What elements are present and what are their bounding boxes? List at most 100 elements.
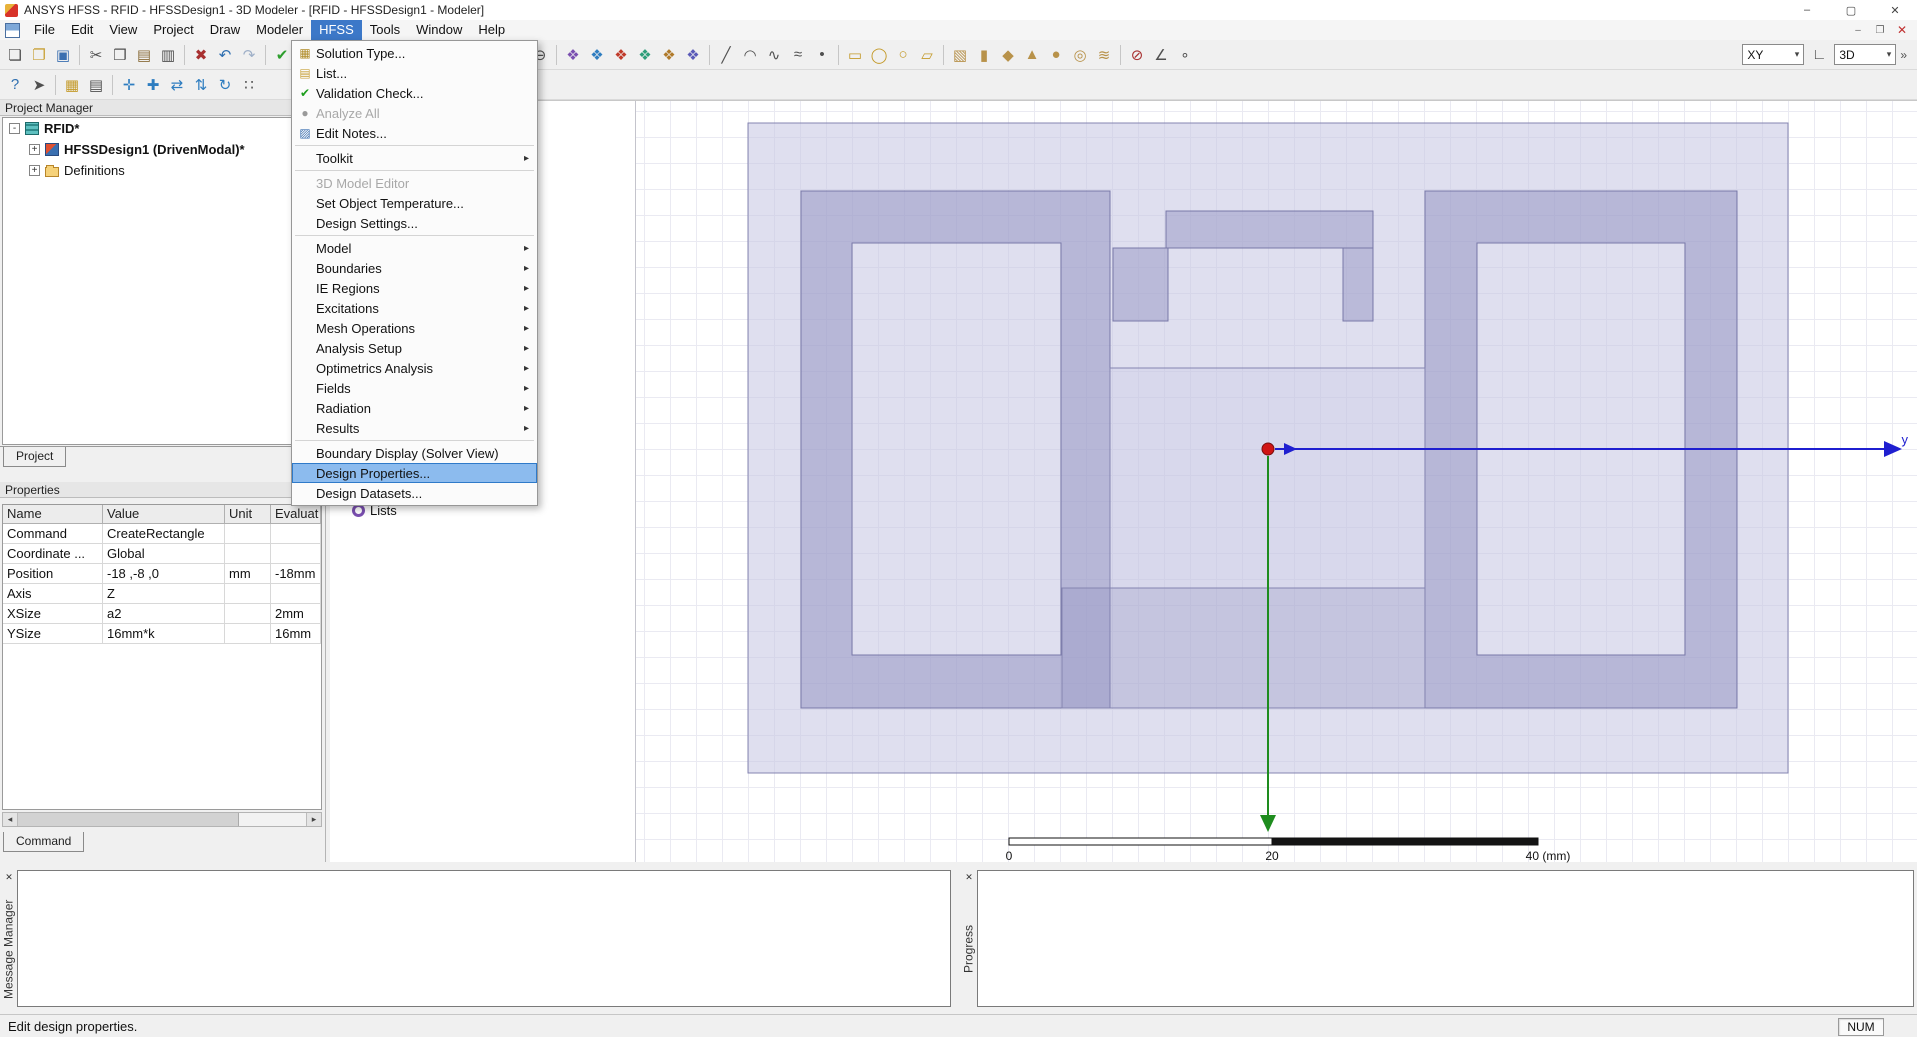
- measure-icon[interactable]: ∠: [1150, 44, 1172, 66]
- align-horizontal-icon[interactable]: ⇄: [166, 74, 188, 96]
- menu-item-solution-type[interactable]: ▦ Solution Type...: [292, 43, 537, 63]
- feed-left-stub[interactable]: [1112, 247, 1169, 322]
- menubar-item-hfss[interactable]: HFSS: [311, 20, 362, 40]
- tab-command[interactable]: Command: [3, 832, 85, 852]
- property-value[interactable]: [225, 624, 271, 644]
- message-manager-content[interactable]: [17, 870, 951, 1007]
- menubar-item-view[interactable]: View: [101, 20, 145, 40]
- property-value[interactable]: [225, 544, 271, 564]
- menu-item-design-properties[interactable]: Design Properties...: [292, 463, 537, 483]
- menu-item-boundaries[interactable]: Boundaries ▸: [292, 258, 537, 278]
- property-value[interactable]: [271, 584, 321, 604]
- drawing-plane-combo[interactable]: XY ▾: [1742, 44, 1805, 65]
- collapse-icon[interactable]: -: [9, 123, 20, 134]
- scrollbar-thumb[interactable]: [18, 813, 239, 826]
- menu-item-list[interactable]: ▤ List...: [292, 63, 537, 83]
- draw-spline-icon[interactable]: ∿: [763, 44, 785, 66]
- property-value[interactable]: -18 ,-8 ,0: [103, 564, 225, 584]
- close-icon[interactable]: ✕: [962, 870, 976, 884]
- menu-item-model[interactable]: Model ▸: [292, 238, 537, 258]
- print-icon[interactable]: ▥: [157, 44, 179, 66]
- save-file-icon[interactable]: ▣: [52, 44, 74, 66]
- properties-hscrollbar[interactable]: ◂ ▸: [2, 812, 322, 827]
- property-value[interactable]: -18mm: [271, 564, 321, 584]
- scroll-right-icon[interactable]: ▸: [306, 813, 321, 826]
- draw-helix-icon[interactable]: ≋: [1093, 44, 1115, 66]
- property-value[interactable]: [271, 524, 321, 544]
- menu-item-boundary-display-solver-view[interactable]: Boundary Display (Solver View): [292, 443, 537, 463]
- menu-item-optimetrics-analysis[interactable]: Optimetrics Analysis ▸: [292, 358, 537, 378]
- property-value[interactable]: [225, 524, 271, 544]
- draw-equation-curve-icon[interactable]: ≈: [787, 44, 809, 66]
- draw-circle-icon[interactable]: ○: [892, 44, 914, 66]
- menu-item-set-object-temperature[interactable]: Set Object Temperature...: [292, 193, 537, 213]
- toolbar-overflow-icon[interactable]: »: [1900, 48, 1907, 62]
- menu-item-toolkit[interactable]: Toolkit ▸: [292, 148, 537, 168]
- analysis-setup-icon[interactable]: ❖: [658, 44, 680, 66]
- tree-item-rfid[interactable]: - RFID*: [3, 118, 321, 139]
- menu-item-design-settings[interactable]: Design Settings...: [292, 213, 537, 233]
- feed-top-bar[interactable]: [1165, 210, 1374, 249]
- menubar-item-help[interactable]: Help: [470, 20, 513, 40]
- property-value[interactable]: [225, 584, 271, 604]
- property-value[interactable]: [271, 544, 321, 564]
- close-icon[interactable]: ✕: [2, 870, 16, 884]
- property-value[interactable]: Z: [103, 584, 225, 604]
- menu-item-results[interactable]: Results ▸: [292, 418, 537, 438]
- minimize-button[interactable]: –: [1785, 0, 1829, 20]
- draw-point-icon[interactable]: •: [811, 44, 833, 66]
- draw-rectangle-icon[interactable]: ▭: [844, 44, 866, 66]
- column-header-name[interactable]: Name: [3, 505, 103, 524]
- new-file-icon[interactable]: ❏: [4, 44, 26, 66]
- menubar-item-edit[interactable]: Edit: [63, 20, 101, 40]
- feed-right-stub[interactable]: [1342, 247, 1374, 322]
- bottom-strip[interactable]: [1061, 587, 1426, 709]
- menu-item-mesh-operations[interactable]: Mesh Operations ▸: [292, 318, 537, 338]
- copy-icon[interactable]: ❒: [109, 44, 131, 66]
- menu-item-excitations[interactable]: Excitations ▸: [292, 298, 537, 318]
- expand-icon[interactable]: +: [29, 144, 40, 155]
- tab-project[interactable]: Project: [3, 447, 67, 467]
- mdi-minimize-button[interactable]: –: [1847, 21, 1869, 39]
- draw-cone-icon[interactable]: ▲: [1021, 44, 1043, 66]
- menu-item-edit-notes[interactable]: ▨ Edit Notes...: [292, 123, 537, 143]
- assign-boundary-icon[interactable]: ❖: [586, 44, 608, 66]
- validation-check-icon[interactable]: ✔: [271, 44, 293, 66]
- optimetrics-setup-icon[interactable]: ❖: [682, 44, 704, 66]
- menubar-item-modeler[interactable]: Modeler: [248, 20, 311, 40]
- paste-icon[interactable]: ▤: [133, 44, 155, 66]
- property-value[interactable]: Global: [103, 544, 225, 564]
- column-header-unit[interactable]: Unit: [225, 505, 271, 524]
- undo-icon[interactable]: ↶: [214, 44, 236, 66]
- rotate-cs-icon[interactable]: ↻: [214, 74, 236, 96]
- open-file-icon[interactable]: ❐: [28, 44, 50, 66]
- menubar-item-file[interactable]: File: [26, 20, 63, 40]
- expand-icon[interactable]: +: [29, 165, 40, 176]
- mesh-operations-icon[interactable]: ❖: [634, 44, 656, 66]
- modeler-canvas[interactable]: y 0 20 40 (mm): [636, 101, 1917, 863]
- assign-material-icon[interactable]: ❖: [562, 44, 584, 66]
- draw-cylinder-icon[interactable]: ▮: [973, 44, 995, 66]
- column-header-evaluat[interactable]: Evaluat: [271, 505, 321, 524]
- snap-mode-icon[interactable]: ∘: [1174, 44, 1196, 66]
- boolean-subtract-icon[interactable]: ⊘: [1126, 44, 1148, 66]
- menu-item-radiation[interactable]: Radiation ▸: [292, 398, 537, 418]
- align-vertical-icon[interactable]: ⇅: [190, 74, 212, 96]
- maximize-button[interactable]: ▢: [1829, 0, 1873, 20]
- menubar-item-draw[interactable]: Draw: [202, 20, 248, 40]
- menu-item-ie-regions[interactable]: IE Regions ▸: [292, 278, 537, 298]
- draw-torus-icon[interactable]: ◎: [1069, 44, 1091, 66]
- draw-ellipse-icon[interactable]: ◯: [868, 44, 890, 66]
- cut-icon[interactable]: ✂: [85, 44, 107, 66]
- draw-line-icon[interactable]: ╱: [715, 44, 737, 66]
- relative-cs-icon[interactable]: ∟: [1808, 44, 1830, 66]
- select-help-icon[interactable]: ?: [4, 74, 26, 96]
- menubar-item-project[interactable]: Project: [145, 20, 201, 40]
- draw-regular-polygon-icon[interactable]: ▱: [916, 44, 938, 66]
- property-value[interactable]: mm: [225, 564, 271, 584]
- move-cs-icon[interactable]: ✛: [118, 74, 140, 96]
- assign-excitation-icon[interactable]: ❖: [610, 44, 632, 66]
- close-button[interactable]: ✕: [1873, 0, 1917, 20]
- scroll-left-icon[interactable]: ◂: [3, 813, 18, 826]
- draw-polyhedron-icon[interactable]: ◆: [997, 44, 1019, 66]
